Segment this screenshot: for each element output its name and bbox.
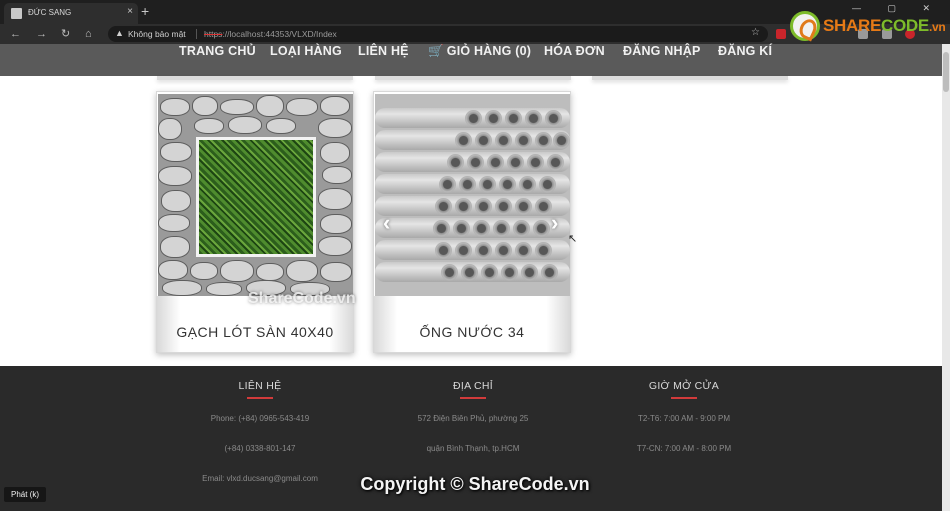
footer-hours-weekday: T2-T6: 7:00 AM - 9:00 PM: [637, 414, 731, 423]
footer-contact-title: LIÊN HỆ: [238, 380, 282, 392]
url-scheme: https: [204, 29, 223, 39]
nav-item-cart[interactable]: 🛒 GIỎ HÀNG (0): [428, 44, 531, 60]
address-bar[interactable]: ▲ Không bảo mật https://localhost:44353/…: [108, 26, 768, 42]
page-scrollbar-thumb[interactable]: [943, 52, 949, 92]
product-card[interactable]: GẠCH LÓT SÀN 40X40: [156, 91, 354, 353]
product-card-partial: [157, 76, 353, 80]
sharecode-logo-text: SHARECODE.vn: [823, 16, 946, 35]
page-scrollbar[interactable]: [942, 44, 950, 511]
footer-underline: [460, 397, 486, 399]
footer-contact: LIÊN HỆ Phone: (+84) 0965-543-419 (+84) …: [150, 380, 370, 489]
product-name[interactable]: ỐNG NƯỚC 34: [374, 324, 570, 340]
product-card-partial: [375, 76, 571, 80]
cart-icon: 🛒: [428, 44, 444, 58]
product-card-partial: [592, 76, 788, 80]
footer-hours-title: GIỜ MỞ CỬA: [648, 380, 720, 392]
tab-title: ĐỨC SANG: [28, 8, 72, 17]
footer-phone-1: Phone: (+84) 0965-543-419: [210, 414, 310, 423]
sharecode-logo: SHARECODE.vn: [790, 8, 946, 44]
favicon-icon: [11, 8, 22, 19]
watermark-text: ShareCode.vn: [248, 290, 356, 307]
divider: [196, 29, 197, 39]
carousel-next-icon[interactable]: ›: [551, 210, 558, 236]
footer-underline: [671, 397, 697, 399]
product-card[interactable]: ‹ › ỐNG NƯỚC 34: [373, 91, 571, 353]
footer-hours-weekend: T7-CN: 7:00 AM - 8:00 PM: [636, 444, 732, 453]
nav-item-invoices[interactable]: HÓA ĐƠN: [544, 44, 605, 60]
footer-address-line-1: 572 Điện Biên Phủ, phường 25: [417, 414, 529, 423]
product-name[interactable]: GẠCH LÓT SÀN 40X40: [157, 324, 353, 340]
bookmark-star-icon[interactable]: ☆: [751, 27, 760, 38]
product-image-carousel[interactable]: ‹ ›: [375, 94, 570, 296]
nav-item-register[interactable]: ĐĂNG KÍ: [718, 44, 772, 60]
carousel-prev-icon[interactable]: ‹: [383, 210, 390, 236]
play-button-tooltip[interactable]: Phát (k): [4, 487, 47, 502]
home-icon[interactable]: ⌂: [85, 27, 92, 41]
forward-icon[interactable]: →: [36, 27, 47, 41]
screenshot-root: ĐỨC SANG × + — ▢ ✕ ← → ↻ ⌂ ▲ Không bảo m…: [0, 0, 950, 511]
footer-hours: GIỜ MỞ CỬA T2-T6: 7:00 AM - 9:00 PM T7-C…: [574, 380, 794, 459]
url-path: ://localhost:44353/VLXD/Index: [222, 29, 337, 39]
close-tab-icon[interactable]: ×: [127, 6, 133, 17]
footer-underline: [247, 397, 273, 399]
sharecode-logo-icon: [790, 11, 820, 41]
footer-address-title: ĐỊA CHỈ: [452, 380, 494, 392]
browser-tab[interactable]: ĐỨC SANG ×: [4, 3, 138, 24]
footer-phone-2: (+84) 0338-801-147: [224, 444, 296, 453]
nav-item-contact[interactable]: LIÊN HỆ: [358, 44, 409, 60]
grass-tile: [196, 137, 316, 257]
adblock-extension-icon[interactable]: [776, 29, 786, 39]
footer-address-line-2: quận Bình Thạnh, tp.HCM: [426, 444, 520, 453]
nav-item-login[interactable]: ĐĂNG NHẬP: [623, 44, 701, 60]
site-navbar: TRANG CHỦ LOẠI HÀNG LIÊN HỆ 🛒 GIỎ HÀNG (0…: [0, 44, 942, 76]
warning-icon: ▲: [115, 28, 124, 38]
mouse-cursor-icon: ↖: [568, 233, 578, 245]
copyright-watermark: Copyright © ShareCode.vn: [360, 474, 590, 494]
new-tab-icon[interactable]: +: [141, 4, 149, 18]
security-label: Không bảo mật: [128, 29, 186, 39]
url-text: https://localhost:44353/VLXD/Index: [204, 29, 337, 39]
footer-address: ĐỊA CHỈ 572 Điện Biên Phủ, phường 25 quậ…: [363, 380, 583, 459]
nav-item-home[interactable]: TRANG CHỦ: [179, 44, 256, 60]
product-image[interactable]: [158, 94, 353, 296]
back-icon[interactable]: ←: [10, 27, 21, 41]
cart-label: GIỎ HÀNG (0): [446, 44, 532, 58]
reload-icon[interactable]: ↻: [61, 27, 70, 41]
nav-item-categories[interactable]: LOẠI HÀNG: [270, 44, 342, 60]
